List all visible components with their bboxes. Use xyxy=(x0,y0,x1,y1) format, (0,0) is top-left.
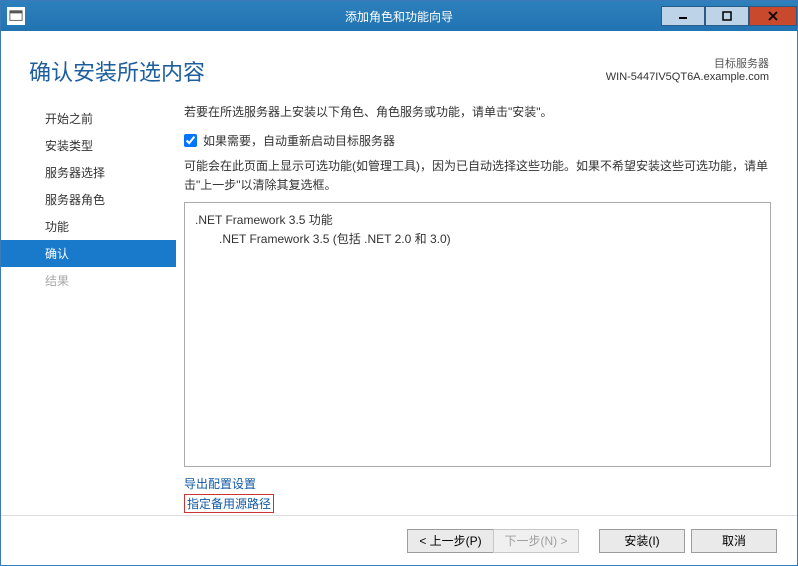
wizard-sidebar: 开始之前安装类型服务器选择服务器角色功能确认结果 xyxy=(1,97,176,515)
feature-item: .NET Framework 3.5 (包括 .NET 2.0 和 3.0) xyxy=(219,230,760,249)
page-title: 确认安装所选内容 xyxy=(29,55,205,87)
maximize-button[interactable] xyxy=(705,6,749,26)
sidebar-item-6: 结果 xyxy=(1,267,176,294)
body-area: 开始之前安装类型服务器选择服务器角色功能确认结果 若要在所选服务器上安装以下角色… xyxy=(1,97,797,515)
install-button[interactable]: 安装(I) xyxy=(599,529,685,553)
sidebar-item-0[interactable]: 开始之前 xyxy=(1,105,176,132)
sidebar-item-1[interactable]: 安装类型 xyxy=(1,132,176,159)
minimize-button[interactable] xyxy=(661,6,705,26)
restart-checkbox[interactable] xyxy=(184,134,197,147)
app-icon xyxy=(7,7,25,25)
titlebar: 添加角色和功能向导 xyxy=(1,1,797,31)
target-info: 目标服务器 WIN-5447IV5QT6A.example.com xyxy=(606,55,769,87)
sidebar-item-2[interactable]: 服务器选择 xyxy=(1,159,176,186)
feature-item: .NET Framework 3.5 功能 xyxy=(195,211,760,230)
links-area: 导出配置设置 指定备用源路径 xyxy=(184,475,771,515)
sidebar-item-3[interactable]: 服务器角色 xyxy=(1,186,176,213)
cancel-button[interactable]: 取消 xyxy=(691,529,777,553)
back-button[interactable]: < 上一步(P) xyxy=(407,529,493,553)
next-button: 下一步(N) > xyxy=(493,529,579,553)
sidebar-item-5[interactable]: 确认 xyxy=(1,240,176,267)
window-title: 添加角色和功能向导 xyxy=(345,8,453,25)
footer-buttons: < 上一步(P) 下一步(N) > 安装(I) 取消 xyxy=(1,515,797,565)
content-pane: 若要在所选服务器上安装以下角色、角色服务或功能，请单击"安装"。 如果需要，自动… xyxy=(176,97,797,515)
target-label: 目标服务器 xyxy=(606,55,769,71)
note-text: 可能会在此页面上显示可选功能(如管理工具)，因为已自动选择这些功能。如果不希望安… xyxy=(184,157,771,195)
close-button[interactable] xyxy=(749,6,797,26)
alt-source-path-link[interactable]: 指定备用源路径 xyxy=(184,494,274,513)
window-controls xyxy=(661,7,797,26)
export-config-link[interactable]: 导出配置设置 xyxy=(184,475,256,492)
feature-listbox: .NET Framework 3.5 功能.NET Framework 3.5 … xyxy=(184,202,771,467)
sidebar-item-4[interactable]: 功能 xyxy=(1,213,176,240)
header-area: 确认安装所选内容 目标服务器 WIN-5447IV5QT6A.example.c… xyxy=(1,31,797,97)
target-server: WIN-5447IV5QT6A.example.com xyxy=(606,71,769,83)
wizard-window: 添加角色和功能向导 确认安装所选内容 目标服务器 WIN-5447IV5QT6A… xyxy=(0,0,798,566)
restart-checkbox-row: 如果需要，自动重新启动目标服务器 xyxy=(184,132,771,149)
nav-button-group: < 上一步(P) 下一步(N) > xyxy=(407,529,579,553)
description-text: 若要在所选服务器上安装以下角色、角色服务或功能，请单击"安装"。 xyxy=(184,103,771,122)
restart-checkbox-label[interactable]: 如果需要，自动重新启动目标服务器 xyxy=(203,132,395,149)
